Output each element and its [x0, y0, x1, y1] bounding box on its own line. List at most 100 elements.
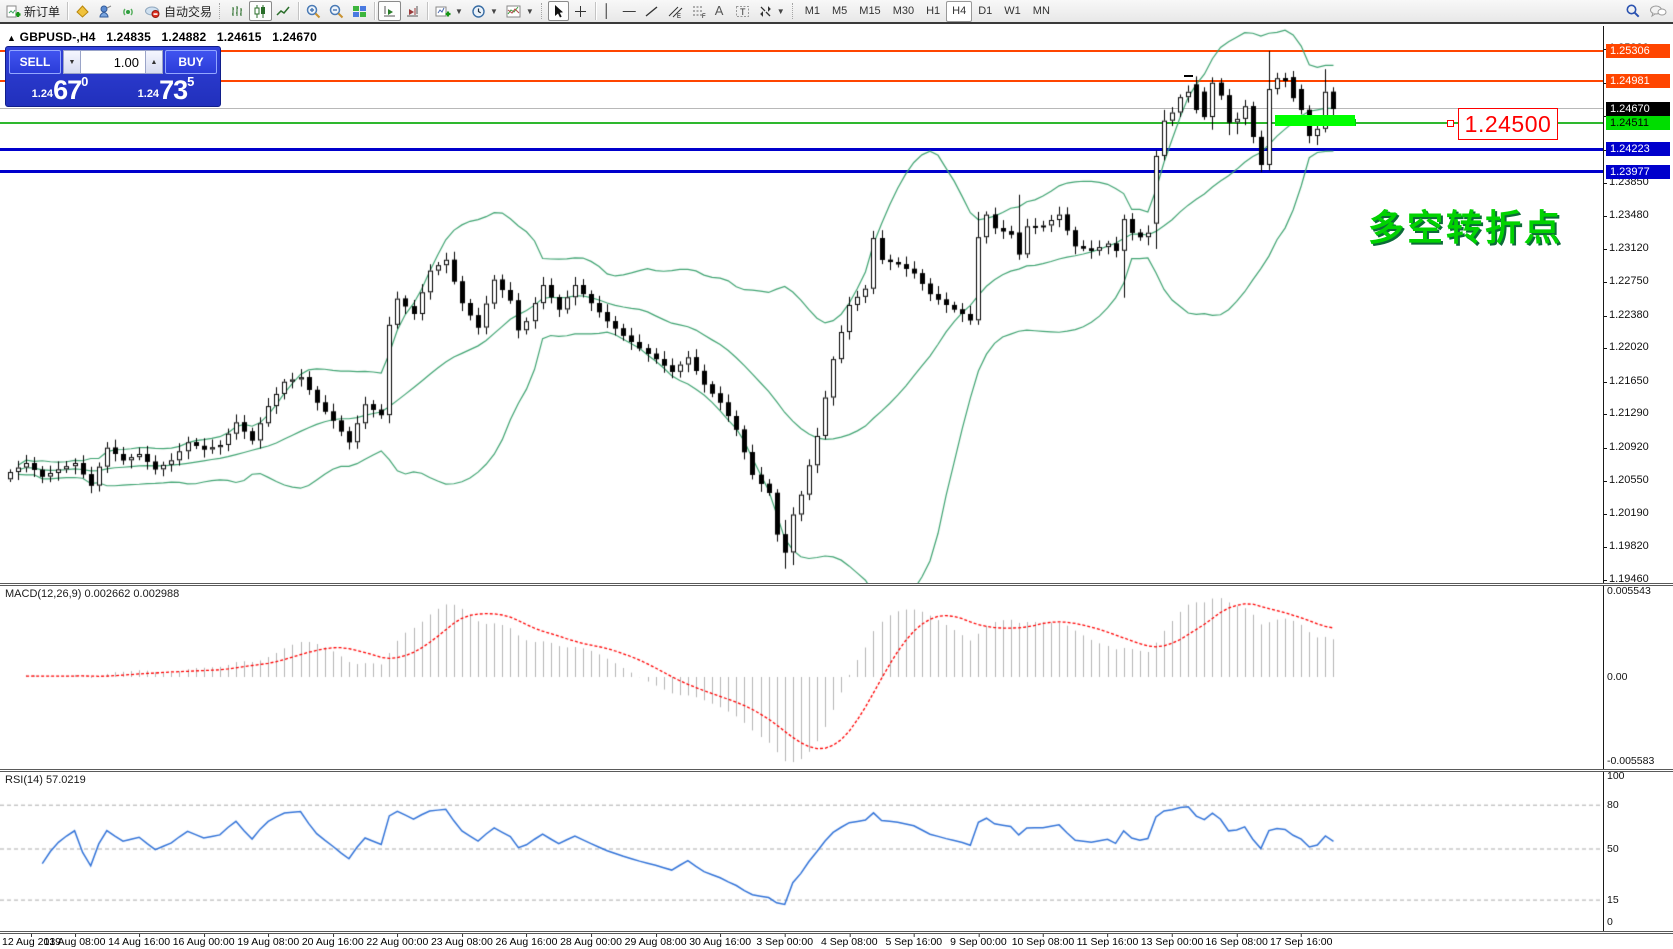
search-icon — [1625, 3, 1641, 19]
buy-price-small: 1.24 — [137, 88, 160, 100]
gold-icon — [75, 4, 90, 19]
shapes-arrows-icon — [758, 4, 773, 19]
zoom-out-button[interactable] — [325, 1, 348, 21]
price-tick-1.20190: 1.20190 — [1603, 506, 1649, 519]
rsi-scale-50: 50 — [1607, 843, 1619, 855]
date-label: 16 Aug 00:00 — [172, 934, 235, 948]
new-order-button[interactable]: 新订单 — [2, 1, 64, 21]
candlestick-icon — [253, 4, 268, 19]
chat-icon — [1649, 4, 1667, 19]
timeframe-h4[interactable]: H4 — [946, 0, 973, 22]
volume-increase-button[interactable]: ▲ — [145, 50, 163, 74]
chart-shift-button[interactable] — [401, 1, 424, 21]
vertical-line-button[interactable]: │ — [599, 1, 619, 21]
chat-button[interactable] — [1645, 1, 1671, 21]
cursor-button[interactable] — [547, 1, 569, 21]
date-axis[interactable]: 12 Aug 2019 13 Aug 08:00 14 Aug 16:00 16 Au… — [0, 934, 1673, 949]
price-tick-1.22020: 1.22020 — [1603, 341, 1649, 354]
price-tag-anchor[interactable] — [1447, 120, 1454, 127]
panel-collapse-icon[interactable]: ▲ — [7, 33, 16, 43]
data-window-button[interactable] — [94, 1, 117, 21]
fibonacci-button[interactable]: F — [687, 1, 711, 21]
price-marker-1.24981: 1.24981 — [1606, 73, 1670, 88]
rsi-scale-80: 80 — [1607, 799, 1619, 811]
channel-button[interactable]: E — [663, 1, 687, 21]
pane-separator — [0, 931, 1673, 934]
market-watch-button[interactable] — [71, 1, 94, 21]
date-label: 3 Sep 00:00 — [756, 934, 814, 948]
macd-label: MACD(12,26,9) 0.002662 0.002988 — [5, 588, 180, 600]
rsi-canvas[interactable] — [0, 772, 1603, 931]
price-marker-1.24670: 1.24670 — [1606, 101, 1670, 116]
date-label: 20 Aug 16:00 — [301, 934, 364, 948]
separator — [374, 2, 376, 20]
date-label: 11 Sep 16:00 — [1076, 934, 1139, 948]
macd-canvas[interactable] — [0, 586, 1603, 769]
date-label: 22 Aug 00:00 — [366, 934, 429, 948]
sell-price-big: 67 — [53, 75, 82, 105]
trendline-button[interactable] — [640, 1, 663, 21]
text-label-icon: T — [735, 4, 750, 19]
rsi-scale-15: 15 — [1607, 894, 1619, 906]
zoom-in-icon — [306, 4, 321, 19]
timeframe-m30[interactable]: M30 — [887, 1, 920, 22]
auto-scroll-button[interactable] — [378, 1, 402, 21]
bar-chart-button[interactable] — [226, 1, 249, 21]
timeframe-d1[interactable]: D1 — [972, 1, 998, 22]
signals-button[interactable] — [117, 1, 140, 21]
price-chart-canvas[interactable] — [0, 26, 1603, 583]
template-icon — [506, 4, 522, 19]
timeframe-mn[interactable]: MN — [1027, 1, 1056, 22]
timeframe-m15[interactable]: M15 — [853, 1, 886, 22]
pane-separator[interactable] — [0, 769, 1673, 772]
templates-button[interactable]: ▼ — [502, 1, 538, 21]
date-label: 30 Aug 16:00 — [689, 934, 752, 948]
dropdown-caret: ▼ — [455, 6, 463, 16]
chart-annotation-text[interactable]: 多空转折点 — [1368, 199, 1563, 251]
arrows-button[interactable]: ▼ — [754, 1, 789, 21]
separator — [67, 2, 69, 20]
text-label-button[interactable]: T — [731, 1, 754, 21]
svg-text:T: T — [740, 7, 746, 17]
price-level-tag[interactable]: 1.24500 — [1458, 108, 1558, 140]
bar-chart-icon — [230, 4, 245, 19]
fibonacci-icon: F — [691, 4, 707, 19]
highlight-bar[interactable] — [1275, 115, 1355, 127]
price-marker-1.25306: 1.25306 — [1606, 44, 1670, 59]
autotrading-button[interactable]: 自动交易 — [140, 1, 216, 21]
line-chart-button[interactable] — [272, 1, 295, 21]
price-marker-1.23977: 1.23977 — [1606, 164, 1670, 179]
sell-price[interactable]: 1.24 67 0 — [9, 74, 111, 105]
tile-windows-button[interactable] — [348, 1, 371, 21]
sell-button[interactable]: SELL — [9, 50, 61, 74]
level-tick-mark — [1184, 75, 1193, 77]
pane-separator[interactable] — [0, 583, 1673, 586]
volume-decrease-button[interactable]: ▼ — [63, 50, 81, 74]
price-tick-1.23480: 1.23480 — [1603, 209, 1649, 222]
timeframe-m1[interactable]: M1 — [799, 1, 826, 22]
volume-field[interactable]: 1.00 — [81, 50, 145, 74]
indicators-button[interactable]: ▼ — [431, 1, 467, 21]
text-button[interactable]: A — [711, 1, 731, 21]
crosshair-button[interactable] — [569, 1, 592, 21]
svg-text:E: E — [677, 14, 681, 19]
mt4-window: 新订单 自动交易 ▼ ▼ ▼ │ — E F A T ▼ M1 M5 M15 M… — [0, 0, 1673, 949]
timeframe-h1[interactable]: H1 — [920, 1, 946, 22]
candle-chart-button[interactable] — [249, 1, 273, 21]
timeframe-w1[interactable]: W1 — [998, 1, 1027, 22]
zoom-in-button[interactable] — [302, 1, 325, 21]
svg-text:F: F — [702, 14, 706, 19]
crosshair-icon — [573, 4, 588, 19]
timeframe-m5[interactable]: M5 — [826, 1, 853, 22]
separator — [594, 2, 596, 20]
buy-price-sup: 5 — [187, 74, 195, 89]
horizontal-line-button[interactable]: — — [619, 1, 640, 21]
macd-scale-0.00: 0.00 — [1607, 671, 1628, 683]
buy-button[interactable]: BUY — [165, 50, 217, 74]
buy-price[interactable]: 1.24 73 5 — [115, 74, 217, 104]
periods-button[interactable]: ▼ — [467, 1, 502, 21]
equidistant-channel-icon: E — [667, 4, 683, 19]
dropdown-caret: ▼ — [525, 6, 534, 16]
date-label: 14 Aug 16:00 — [108, 934, 171, 948]
search-button[interactable] — [1621, 1, 1645, 21]
